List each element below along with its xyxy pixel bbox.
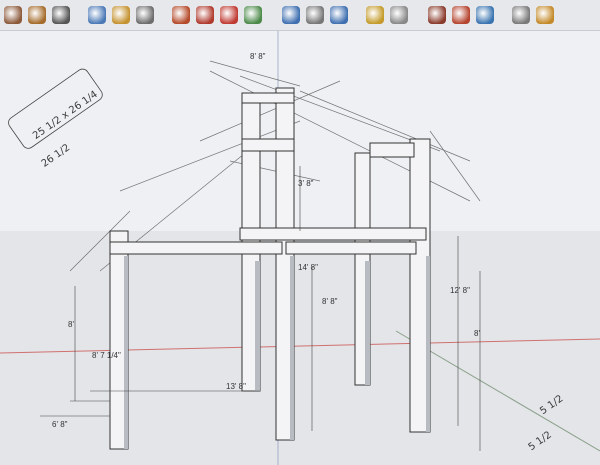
push-pull-icon [172, 6, 190, 24]
modeling-viewport[interactable]: 8' 8" 14' 8" 8' 8" 12' 8" 8' 8' 8' 7 1/4… [0, 31, 600, 465]
zoom-icon [330, 6, 348, 24]
walk-icon [428, 6, 446, 24]
circle-tool-button[interactable] [52, 6, 70, 24]
pan-hand-button[interactable] [306, 6, 324, 24]
select-tool-button[interactable] [4, 6, 22, 24]
3d-warehouse-icon [512, 6, 530, 24]
move-icon [196, 6, 214, 24]
dim-center-8-8: 8' 8" [322, 297, 338, 306]
dim-right-12-8: 12' 8" [450, 286, 470, 295]
dim-bottom-left: 6' 8" [52, 420, 68, 429]
follow-me-button[interactable] [244, 6, 262, 24]
rotate-button[interactable] [220, 6, 238, 24]
position-camera-icon [452, 6, 470, 24]
dim-top: 8' 8" [250, 52, 266, 61]
zoom-button[interactable] [330, 6, 348, 24]
look-around-button[interactable] [476, 6, 494, 24]
rotate-icon [220, 6, 238, 24]
zoom-window-icon [366, 6, 384, 24]
toolbar [0, 0, 600, 31]
dim-14-8: 14' 8" [298, 263, 318, 272]
zoom-extents-button[interactable] [390, 6, 408, 24]
paint-brush-icon [136, 6, 154, 24]
zoom-window-button[interactable] [366, 6, 384, 24]
push-pull-button[interactable] [172, 6, 190, 24]
zoom-extents-icon [390, 6, 408, 24]
dim-right-8: 8' [474, 329, 480, 338]
get-models-icon [536, 6, 554, 24]
paint-brush-button[interactable] [136, 6, 154, 24]
tape-measure-button[interactable] [112, 6, 130, 24]
move-button[interactable] [196, 6, 214, 24]
dim-bottom-13-8: 13' 8" [226, 382, 246, 391]
walk-button[interactable] [428, 6, 446, 24]
orbit-icon [282, 6, 300, 24]
follow-me-icon [244, 6, 262, 24]
paint-bucket-button[interactable] [28, 6, 46, 24]
circle-tool-icon [52, 6, 70, 24]
tape-measure-icon [112, 6, 130, 24]
3d-warehouse-button[interactable] [512, 6, 530, 24]
select-tool-icon [4, 6, 22, 24]
eraser-button[interactable] [88, 6, 106, 24]
chair-sketch-canvas: 8' 8" 14' 8" 8' 8" 12' 8" 8' 8' 8' 7 1/4… [0, 31, 600, 465]
get-models-button[interactable] [536, 6, 554, 24]
position-camera-button[interactable] [452, 6, 470, 24]
dim-left-8: 8' [68, 320, 74, 329]
eraser-icon [88, 6, 106, 24]
paint-bucket-icon [28, 6, 46, 24]
orbit-button[interactable] [282, 6, 300, 24]
pan-hand-icon [306, 6, 324, 24]
look-around-icon [476, 6, 494, 24]
dim-post-height: 3' 8" [298, 179, 314, 188]
dim-left-8-7-14: 8' 7 1/4" [92, 351, 121, 360]
